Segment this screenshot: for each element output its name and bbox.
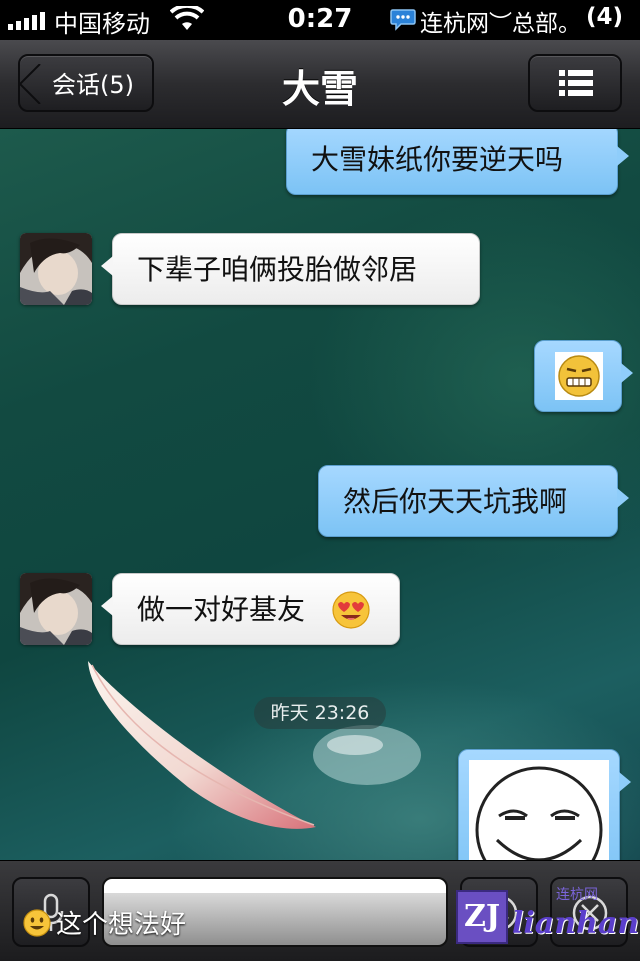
message-bubble-incoming[interactable]: 下辈子咱俩投胎做邻居 [101, 233, 480, 305]
message-text: 大雪妹纸你要逆天吗 [311, 143, 564, 176]
message-text: 然后你天天坑我啊 [343, 485, 568, 518]
notification-count: (4) [586, 4, 624, 30]
lotus-petal-decoration [88, 661, 316, 829]
list-icon [559, 70, 593, 96]
chat-area[interactable]: 大雪妹纸你要逆天吗 下辈子咱俩投胎做邻居 然后你天天坑我啊 做一对好基友 昨天 … [0, 129, 640, 860]
message-text: 下辈子咱俩投胎做邻居 [137, 253, 418, 286]
smile-icon [23, 908, 51, 937]
watermark-site-text: lianhang [512, 906, 640, 941]
water-drop-decoration [313, 725, 421, 785]
watermark-badge: ZJ [456, 890, 508, 944]
status-bar: 中国移动 0:27 连杭网︶总部。 (4) [0, 0, 640, 40]
watermark-small-text: 连杭网 [556, 887, 598, 903]
navigation-bar: 会话(5) 大雪 [0, 40, 640, 129]
notification-text: 连杭网︶总部。 [420, 11, 581, 37]
message-bubble-outgoing[interactable]: 然后你天天坑我啊 [318, 465, 629, 537]
timestamp: 昨天 23:26 [254, 697, 386, 729]
menu-button[interactable] [528, 54, 622, 112]
message-bubble-outgoing[interactable] [458, 749, 631, 860]
heart-eyes-icon [332, 591, 370, 629]
smug-face-icon [469, 760, 609, 860]
caption-text: 这个想法好 [56, 910, 187, 940]
message-bubble-incoming[interactable]: 做一对好基友 [101, 573, 400, 645]
grinning-face-icon [555, 352, 603, 400]
watermark-logo: ZJ 连杭网 lianhang [456, 884, 640, 954]
avatar[interactable] [20, 233, 92, 305]
message-bubble-outgoing[interactable] [534, 340, 633, 412]
chat-bubble-icon [390, 9, 416, 31]
message-bubble-outgoing[interactable]: 大雪妹纸你要逆天吗 [286, 129, 629, 195]
caption-overlay: 这个想法好 [22, 904, 186, 941]
avatar[interactable] [20, 573, 92, 645]
message-text: 做一对好基友 [137, 593, 306, 626]
